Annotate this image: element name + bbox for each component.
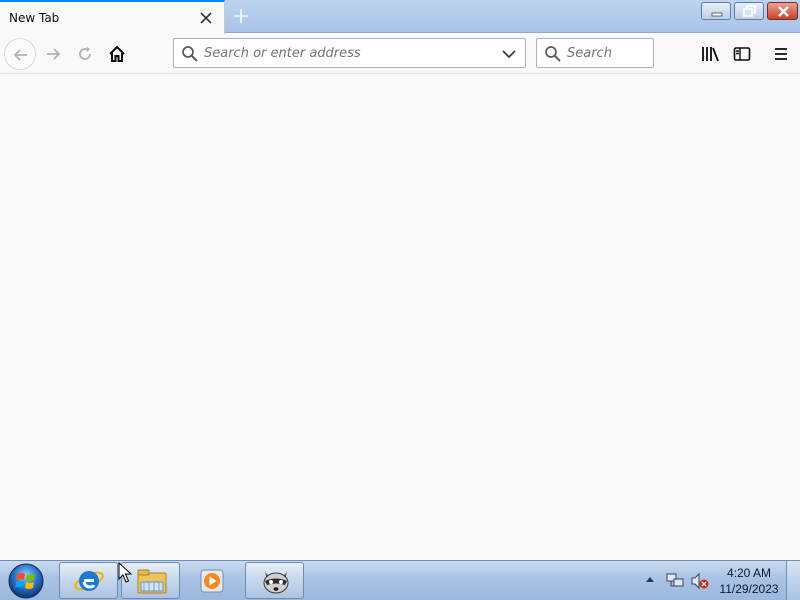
address-bar[interactable] (173, 38, 526, 68)
file-explorer-icon (137, 569, 167, 594)
mouse-cursor-icon (118, 562, 132, 583)
start-button[interactable] (6, 562, 46, 600)
home-icon (109, 45, 125, 62)
search-icon (182, 46, 198, 62)
show-hidden-icons-arrow[interactable] (645, 575, 655, 583)
taskbar-internet-explorer[interactable] (59, 562, 118, 599)
arrow-left-icon (13, 49, 27, 61)
plus-icon[interactable] (229, 4, 253, 28)
media-player-icon (200, 569, 224, 593)
minimize-icon (711, 12, 723, 17)
clock-date: 11/29/2023 (719, 582, 779, 596)
restore-icon (743, 5, 756, 17)
home-button[interactable] (101, 38, 133, 70)
arrow-right-icon (47, 48, 61, 60)
chevron-down-icon[interactable] (501, 46, 517, 62)
address-input[interactable] (204, 43, 494, 63)
taskbar-raccoon-app[interactable] (245, 562, 304, 599)
back-button[interactable] (4, 38, 36, 70)
close-icon[interactable] (199, 11, 213, 25)
clock-time: 4:20 AM (726, 566, 772, 580)
page-content[interactable] (0, 75, 800, 560)
windows-start-orb-icon (8, 563, 44, 599)
tab-new-tab[interactable]: New Tab (0, 0, 225, 34)
internet-explorer-icon (74, 571, 104, 591)
title-bar: New Tab (0, 0, 800, 34)
network-icon[interactable] (665, 571, 685, 591)
search-bar[interactable] (536, 38, 654, 68)
sidebar-icon[interactable] (732, 44, 752, 64)
reload-button[interactable] (69, 38, 101, 70)
raccoon-app-icon (263, 572, 289, 594)
volume-muted-icon[interactable] (690, 571, 710, 591)
show-desktop-button[interactable] (786, 561, 800, 600)
search-input[interactable] (567, 43, 651, 63)
forward-button[interactable] (37, 38, 69, 70)
restore-button[interactable] (734, 2, 764, 20)
reload-icon (79, 47, 91, 60)
library-icon[interactable] (700, 44, 720, 64)
close-icon (778, 6, 789, 17)
hamburger-menu-icon[interactable] (771, 44, 791, 64)
navigation-toolbar (0, 34, 800, 74)
taskbar-media-player[interactable] (183, 562, 242, 599)
search-icon (545, 46, 561, 62)
tab-title: New Tab (9, 11, 60, 25)
minimize-button[interactable] (701, 2, 731, 20)
system-clock[interactable]: 4:20 AM 11/29/2023 (712, 565, 786, 597)
close-window-button[interactable] (767, 2, 798, 20)
